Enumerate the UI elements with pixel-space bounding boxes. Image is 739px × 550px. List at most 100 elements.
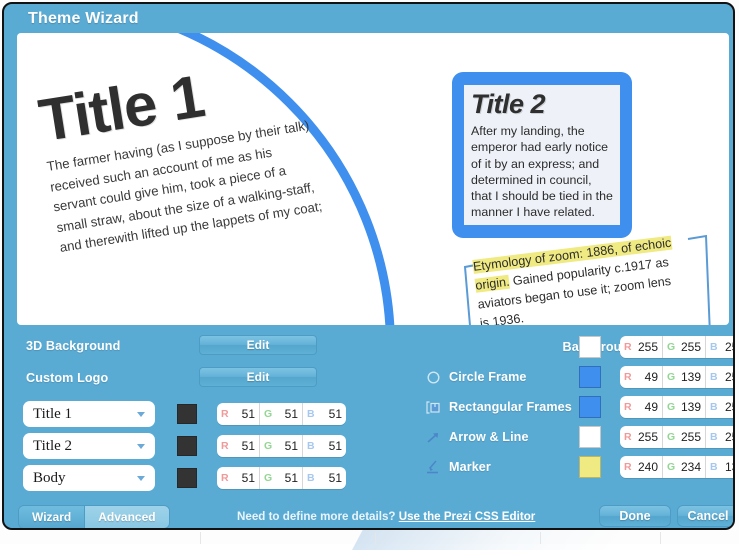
rgb-field-r[interactable]: R 51 — [217, 403, 260, 425]
arrow-icon — [424, 429, 442, 445]
rgb-field-g[interactable]: G 51 — [260, 467, 303, 489]
swatch-arrow-line[interactable] — [579, 426, 601, 448]
font-rgb-title1[interactable]: R 51 G 51 B 51 — [217, 403, 346, 425]
rgb-field-b[interactable]: B 130 — [706, 456, 733, 478]
rgb-value-r: 51 — [241, 407, 255, 421]
chevron-down-icon — [137, 412, 145, 417]
channel-label-r: R — [221, 472, 229, 484]
channel-label-r: R — [624, 431, 632, 443]
label-custom-logo: Custom Logo — [26, 371, 109, 385]
prezi-css-editor-link[interactable]: Use the Prezi CSS Editor — [399, 510, 536, 523]
rgb-value-b: 255 — [724, 400, 733, 414]
rgb-field-g[interactable]: G 139 — [663, 366, 706, 388]
swatch-circle-frame[interactable] — [579, 366, 601, 388]
rgb-field-g[interactable]: G 234 — [663, 456, 706, 478]
rgb-field-r[interactable]: R 255 — [620, 426, 663, 448]
rgb-value-g: 255 — [680, 340, 701, 354]
dialog-titlebar: Theme Wizard — [4, 4, 733, 33]
dialog-footer: Wizard Advanced Need to define more deta… — [4, 500, 733, 528]
channel-label-r: R — [221, 408, 229, 420]
font-select-title1[interactable]: Title 1 — [23, 401, 155, 427]
label-3d-background: 3D Background — [26, 339, 121, 353]
font-select-title2-label: Title 2 — [33, 437, 73, 454]
rgb-field-b[interactable]: B 255 — [706, 336, 733, 358]
rgb-marker[interactable]: R 240 G 234 B 130 — [620, 456, 733, 478]
font-rgb-title2[interactable]: R 51 G 51 B 51 — [217, 435, 346, 457]
channel-label-g: G — [667, 461, 676, 473]
rgb-field-b[interactable]: B 255 — [706, 366, 733, 388]
rgb-field-b[interactable]: B 51 — [303, 403, 346, 425]
settings-left-column: 3D Background Edit Custom Logo Edit Titl… — [4, 325, 374, 500]
mode-wizard-button[interactable]: Wizard — [19, 506, 85, 528]
rgb-field-r[interactable]: R 51 — [217, 435, 260, 457]
rgb-arrow-line[interactable]: R 255 G 255 B 255 — [620, 426, 733, 448]
rgb-value-r: 240 — [637, 460, 658, 474]
rgb-field-g[interactable]: G 255 — [663, 336, 706, 358]
font-select-title1-label: Title 1 — [33, 405, 73, 422]
settings-right-column: Background Color R255 G255 B255 Circle F… — [374, 325, 733, 500]
channel-label-r: R — [221, 440, 229, 452]
channel-label-g: G — [264, 472, 273, 484]
rgb-field-g[interactable]: G 255 — [663, 426, 706, 448]
rgb-value-b: 255 — [724, 370, 733, 384]
channel-label-r: R — [624, 341, 632, 353]
font-select-title2[interactable]: Title 2 — [23, 433, 155, 459]
swatch-background-color[interactable] — [579, 336, 601, 358]
font-row-body: Body R 51 G 51 B 51 — [23, 465, 346, 491]
channel-label-b: B — [710, 401, 718, 413]
channel-label-r: R — [624, 371, 632, 383]
rgb-rectangular-frames[interactable]: R 49 G 139 B 255 — [620, 396, 733, 418]
row-3d-background: 3D Background — [26, 339, 120, 353]
edit-3d-background-button[interactable]: Edit — [199, 335, 317, 355]
title2-heading: Title 2 — [471, 89, 546, 119]
rgb-field-g[interactable]: G 51 — [260, 403, 303, 425]
theme-wizard-dialog: Theme Wizard Title 1 The farmer having (… — [2, 2, 735, 530]
channel-label-g: G — [667, 371, 676, 383]
channel-label-b: B — [710, 371, 718, 383]
channel-label-b: B — [710, 341, 718, 353]
no-icon-placeholder — [539, 339, 557, 355]
channel-label-r: R — [624, 461, 632, 473]
swatch-marker[interactable] — [579, 456, 601, 478]
rgb-value-r: 49 — [644, 370, 658, 384]
rgb-value-g: 51 — [284, 471, 298, 485]
done-button[interactable]: Done — [599, 505, 671, 527]
circle-icon — [424, 369, 442, 385]
rgb-field-b[interactable]: B 51 — [303, 435, 346, 457]
rgb-value-b: 130 — [724, 460, 733, 474]
label-marker: Marker — [449, 460, 491, 474]
rgb-circle-frame[interactable]: R 49 G 139 B 255 — [620, 366, 733, 388]
font-color-swatch-body[interactable] — [177, 468, 197, 488]
edit-custom-logo-button[interactable]: Edit — [199, 367, 317, 387]
rgb-value-b: 51 — [328, 439, 342, 453]
rgb-value-r: 51 — [241, 471, 255, 485]
font-select-body[interactable]: Body — [23, 465, 155, 491]
rgb-field-b[interactable]: B 51 — [303, 467, 346, 489]
rgb-value-g: 139 — [680, 370, 701, 384]
right-bracket-shape — [685, 231, 719, 325]
rgb-field-r[interactable]: R 240 — [620, 456, 663, 478]
rgb-background-color[interactable]: R 255 G 255 B 255 — [620, 336, 733, 358]
rgb-field-r[interactable]: R 51 — [217, 467, 260, 489]
swatch-rectangular-frames[interactable] — [579, 396, 601, 418]
background-divider — [540, 532, 541, 544]
rgb-field-b[interactable]: B 255 — [706, 396, 733, 418]
label-rectangular-frames: Rectangular Frames — [449, 400, 572, 414]
channel-label-b: B — [307, 408, 315, 420]
mode-advanced-button[interactable]: Advanced — [84, 506, 169, 528]
font-color-swatch-title2[interactable] — [177, 436, 197, 456]
font-rgb-body[interactable]: R 51 G 51 B 51 — [217, 467, 346, 489]
font-select-body-label: Body — [33, 469, 66, 486]
chevron-down-icon — [137, 444, 145, 449]
rgb-field-r[interactable]: R 49 — [620, 366, 663, 388]
font-color-swatch-title1[interactable] — [177, 404, 197, 424]
rgb-field-r[interactable]: R 255 — [620, 336, 663, 358]
rgb-field-g[interactable]: G 51 — [260, 435, 303, 457]
rgb-field-r[interactable]: R 49 — [620, 396, 663, 418]
settings-panel: 3D Background Edit Custom Logo Edit Titl… — [4, 325, 733, 500]
rgb-field-g[interactable]: G 139 — [663, 396, 706, 418]
theme-preview-canvas[interactable]: Title 1 The farmer having (as I suppose … — [17, 33, 729, 325]
rgb-field-b[interactable]: B 255 — [706, 426, 733, 448]
label-arrow-line: Arrow & Line — [449, 430, 529, 444]
cancel-button[interactable]: Cancel — [677, 505, 733, 527]
